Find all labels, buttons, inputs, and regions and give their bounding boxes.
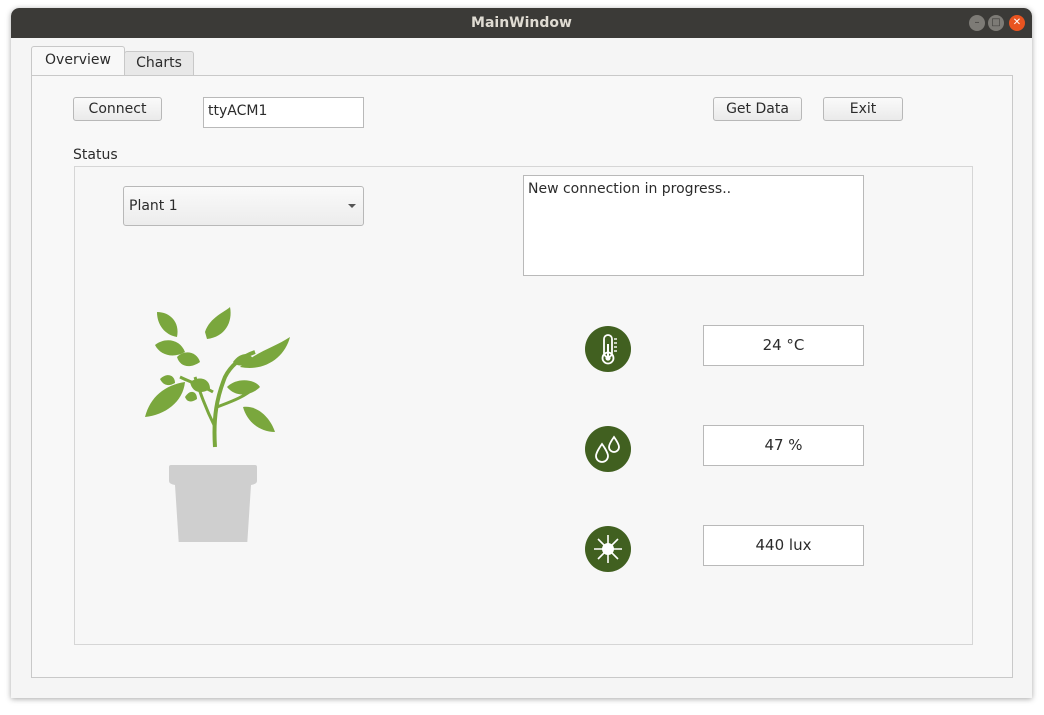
light-value: 440 lux [703,525,864,566]
title-bar[interactable]: MainWindow – □ ✕ [11,8,1032,38]
status-log[interactable]: New connection in progress.. [523,175,864,276]
temperature-value: 24 °C [703,325,864,366]
plant-select[interactable]: Plant 1 [123,186,364,226]
thermometer-icon [585,326,631,372]
get-data-button[interactable]: Get Data [713,97,802,121]
port-input[interactable]: ttyACM1 [203,97,364,128]
plant-select-value: Plant 1 [129,198,178,214]
tab-overview[interactable]: Overview [31,46,125,75]
chevron-down-icon [348,204,356,208]
potted-plant-icon [145,307,295,557]
status-group: Plant 1 New connection in progress.. 24 … [74,166,973,645]
humidity-value: 47 % [703,425,864,466]
minimize-icon[interactable]: – [969,15,985,31]
status-label: Status [73,147,118,163]
water-drops-icon [585,426,631,472]
sun-icon [585,526,631,572]
exit-button[interactable]: Exit [823,97,903,121]
close-icon[interactable]: ✕ [1009,15,1025,31]
window-title: MainWindow [471,15,572,31]
connect-button[interactable]: Connect [73,97,162,121]
main-window: MainWindow – □ ✕ Overview Charts Connect… [11,8,1032,698]
maximize-icon[interactable]: □ [988,15,1004,31]
tab-charts[interactable]: Charts [124,51,194,75]
overview-pane: Connect ttyACM1 Get Data Exit Status Pla… [31,75,1013,678]
